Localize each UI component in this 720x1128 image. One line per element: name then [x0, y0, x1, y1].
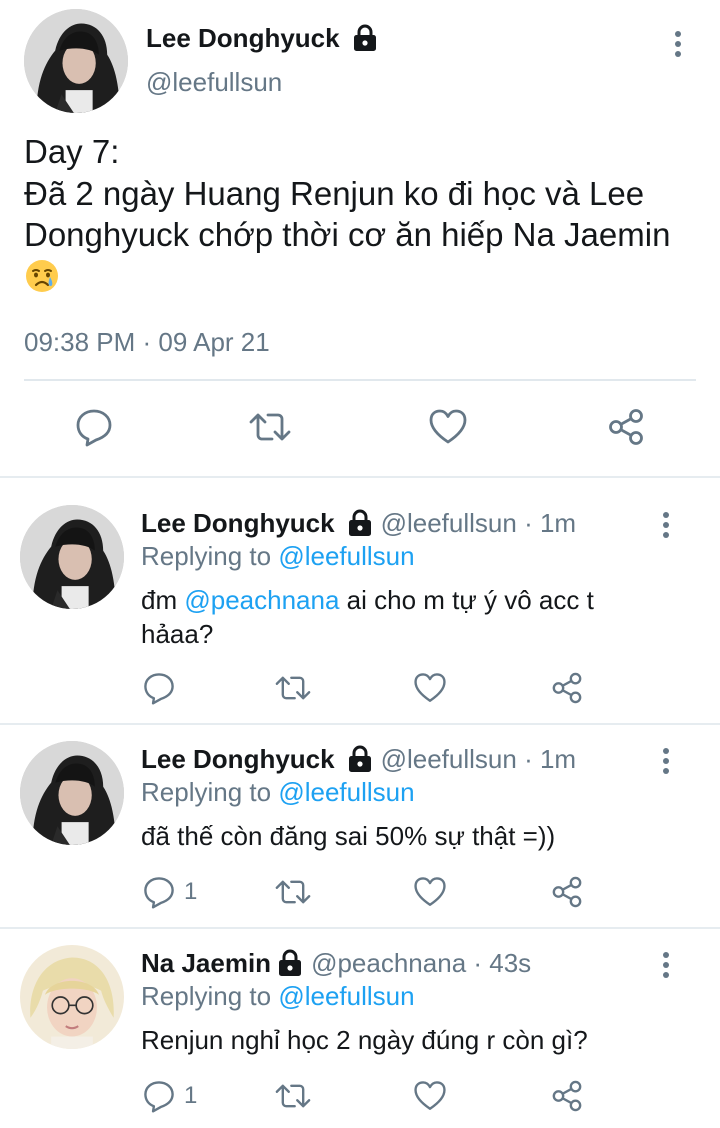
crying-face-emoji-icon: [24, 258, 60, 294]
divider: [0, 476, 720, 478]
share-icon: [550, 875, 584, 909]
author-handle[interactable]: @leefullsun: [146, 66, 282, 98]
replying-to: Replying to @leefullsun: [141, 776, 415, 808]
retweet-icon: [274, 1079, 312, 1113]
replying-mention-link[interactable]: @leefullsun: [278, 541, 414, 571]
avatar[interactable]: [24, 9, 128, 113]
replying-prefix: Replying to: [141, 981, 272, 1011]
tweet-actions: [0, 395, 720, 461]
author-name[interactable]: Lee Donghyuck: [141, 743, 335, 775]
reply-count: 1: [184, 1082, 198, 1109]
divider: [24, 379, 696, 381]
like-icon: [413, 671, 447, 705]
retweet-button[interactable]: [274, 875, 312, 909]
retweet-icon: [248, 407, 292, 447]
reply-text-before: đm: [141, 585, 185, 615]
share-button[interactable]: [550, 1079, 584, 1113]
reply-text-before: đã thế còn đăng sai 50% sự thật =)): [141, 821, 556, 851]
like-icon: [413, 875, 447, 909]
reply-button[interactable]: [74, 407, 114, 447]
author-handle[interactable]: @leefullsun · 1m: [381, 507, 576, 539]
reply-text: Renjun nghỉ học 2 ngày đúng r còn gì?: [141, 1023, 661, 1057]
reply-text-before: Renjun nghỉ học 2 ngày đúng r còn gì?: [141, 1025, 588, 1055]
author-handle[interactable]: @peachnana · 43s: [311, 947, 531, 979]
like-button[interactable]: [413, 671, 447, 705]
reply-icon: [142, 875, 176, 909]
reply-icon: [142, 1079, 176, 1113]
tweet-text-line1: Day 7:: [24, 133, 120, 170]
like-icon: [428, 407, 468, 447]
reply-tweet[interactable]: Lee Donghyuck @leefullsun · 1m Replying …: [0, 505, 720, 723]
retweet-icon: [274, 875, 312, 909]
reply-button[interactable]: [142, 671, 184, 705]
avatar[interactable]: [20, 945, 124, 1049]
more-options-icon[interactable]: [654, 949, 678, 981]
share-icon: [550, 671, 584, 705]
reply-icon: [142, 671, 176, 705]
like-button[interactable]: [413, 1079, 447, 1113]
tweet-actions: 1: [0, 1079, 720, 1119]
share-button[interactable]: [550, 875, 584, 909]
like-button[interactable]: [428, 407, 468, 447]
author-name[interactable]: Na Jaemin: [141, 947, 271, 979]
avatar[interactable]: [20, 741, 124, 845]
reply-text: đã thế còn đăng sai 50% sự thật =)): [141, 819, 661, 853]
reply-header: Lee Donghyuck @leefullsun · 1m: [141, 743, 576, 775]
author-handle[interactable]: @leefullsun · 1m: [381, 743, 576, 775]
share-button[interactable]: [606, 407, 646, 447]
reply-count: 1: [184, 878, 198, 905]
author-name-text[interactable]: Lee Donghyuck: [146, 22, 340, 54]
avatar[interactable]: [20, 505, 124, 609]
reply-button[interactable]: 1: [142, 875, 197, 909]
reply-header: Lee Donghyuck @leefullsun · 1m: [141, 507, 576, 539]
reply-tweet[interactable]: Na Jaemin @peachnana · 43s Replying to @…: [0, 945, 720, 1128]
like-icon: [413, 1079, 447, 1113]
replying-mention-link[interactable]: @leefullsun: [278, 981, 414, 1011]
author-name[interactable]: Lee Donghyuck: [146, 22, 378, 54]
more-options-icon[interactable]: [654, 509, 678, 541]
replying-mention-link[interactable]: @leefullsun: [278, 777, 414, 807]
reply-tweet[interactable]: Lee Donghyuck @leefullsun · 1m Replying …: [0, 741, 720, 927]
lock-icon: [347, 509, 373, 537]
replying-prefix: Replying to: [141, 541, 272, 571]
more-options-icon[interactable]: [666, 28, 690, 60]
tweet-actions: [0, 671, 720, 711]
reply-icon: [74, 407, 114, 447]
divider: [0, 927, 720, 929]
mention-link[interactable]: @peachnana: [184, 585, 339, 615]
share-button[interactable]: [550, 671, 584, 705]
lock-icon: [277, 949, 303, 977]
main-tweet: Lee Donghyuck @leefullsun Day 7: Đã 2 ng…: [0, 0, 720, 478]
lock-icon: [352, 24, 378, 52]
more-options-icon[interactable]: [654, 745, 678, 777]
retweet-button[interactable]: [274, 671, 312, 705]
reply-header: Na Jaemin @peachnana · 43s: [141, 947, 531, 979]
replying-to: Replying to @leefullsun: [141, 540, 415, 572]
tweet-text: Day 7: Đã 2 ngày Huang Renjun ko đi học …: [24, 131, 700, 297]
divider: [0, 723, 720, 725]
tweet-actions: 1: [0, 875, 720, 915]
share-icon: [606, 407, 646, 447]
replying-to: Replying to @leefullsun: [141, 980, 415, 1012]
reply-text: đm @peachnana ai cho m tự ý vô acc t hảa…: [141, 583, 661, 651]
retweet-button[interactable]: [248, 407, 292, 447]
retweet-icon: [274, 671, 312, 705]
author-name[interactable]: Lee Donghyuck: [141, 507, 335, 539]
retweet-button[interactable]: [274, 1079, 312, 1113]
tweet-timestamp[interactable]: 09:38 PM · 09 Apr 21: [24, 326, 270, 358]
share-icon: [550, 1079, 584, 1113]
replying-prefix: Replying to: [141, 777, 272, 807]
reply-button[interactable]: 1: [142, 1079, 197, 1113]
lock-icon: [347, 745, 373, 773]
like-button[interactable]: [413, 875, 447, 909]
tweet-text-body: Đã 2 ngày Huang Renjun ko đi học và Lee …: [24, 174, 671, 254]
